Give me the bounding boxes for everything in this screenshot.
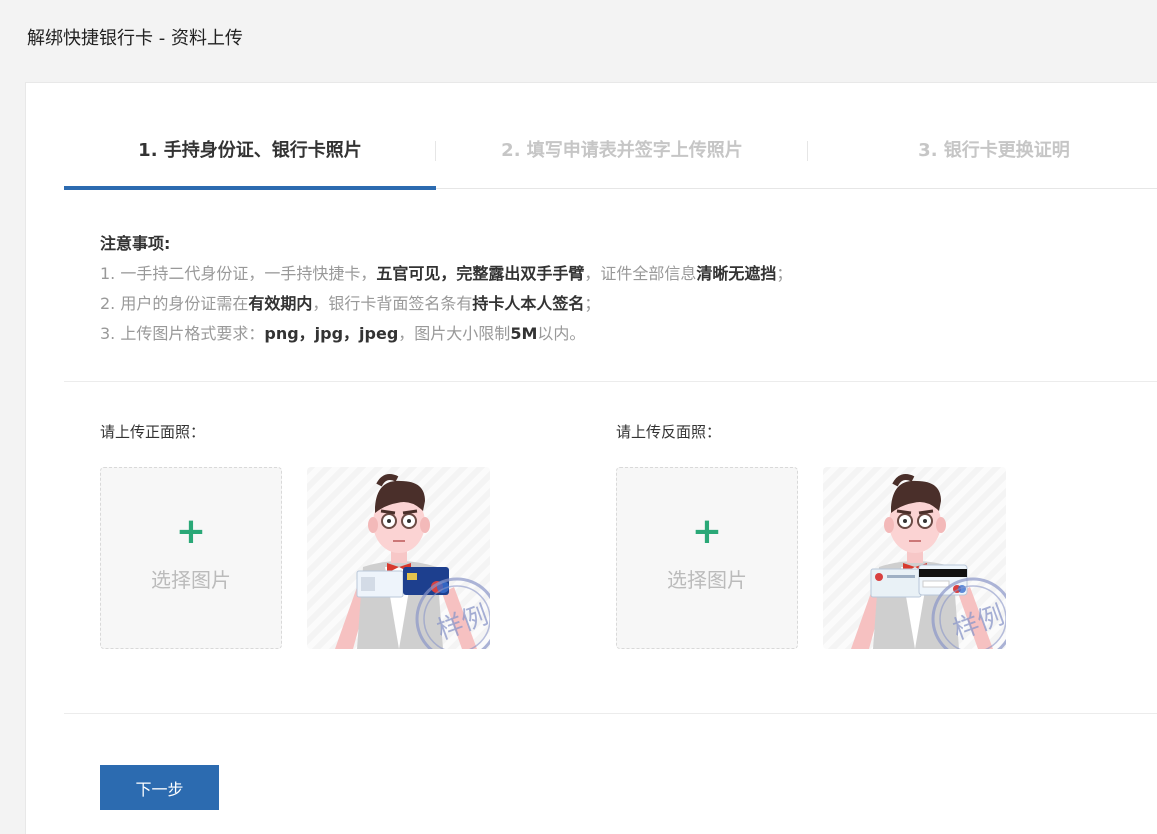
upload-button-text: 选择图片 — [667, 568, 747, 592]
note-text: ，银行卡背面签名条有 — [312, 294, 473, 313]
back-upload-button[interactable]: + 选择图片 — [616, 467, 798, 649]
front-upload-label: 请上传正面照： — [100, 423, 206, 441]
note-line-3: 3. 上传图片格式要求：png，jpg，jpeg，图片大小限制5M以内。 — [100, 319, 792, 349]
note-text: ，图片大小限制 — [398, 324, 511, 343]
note-text: 3. 上传图片格式要求： — [100, 324, 265, 343]
note-text: 1. 一手持二代身份证，一手持快捷卡， — [100, 264, 377, 283]
sample-watermark: 样例 — [433, 600, 490, 646]
back-upload-label: 请上传反面照： — [616, 423, 722, 441]
page-title: 解绑快捷银行卡 - 资料上传 — [27, 28, 243, 49]
step-1-tab[interactable]: 1. 手持身份证、银行卡照片 — [64, 123, 436, 190]
sample-person-front-illustration: 样例 — [335, 474, 490, 649]
sample-person-back-illustration: 样例 — [851, 474, 1006, 649]
front-sample-image: 样例 — [307, 467, 490, 649]
step-tabs: 1. 手持身份证、银行卡照片 2. 填写申请表并签字上传照片 3. 银行卡更换证… — [64, 123, 1157, 190]
plus-icon: + — [175, 511, 207, 552]
sample-watermark: 样例 — [949, 600, 1006, 646]
note-emphasis: 5M — [510, 324, 538, 343]
next-step-button[interactable]: 下一步 — [100, 765, 219, 810]
divider — [64, 713, 1157, 714]
note-emphasis: 有效期内 — [248, 294, 313, 313]
notes-section: 注意事项: 1. 一手持二代身份证，一手持快捷卡，五官可见，完整露出双手手臂，证… — [100, 229, 792, 349]
front-upload-button[interactable]: + 选择图片 — [100, 467, 282, 649]
divider — [64, 381, 1157, 382]
main-card: 1. 手持身份证、银行卡照片 2. 填写申请表并签字上传照片 3. 银行卡更换证… — [25, 82, 1157, 834]
step-2-tab[interactable]: 2. 填写申请表并签字上传照片 — [436, 123, 808, 189]
note-emphasis: 清晰无遮挡 — [696, 264, 777, 283]
note-emphasis: 持卡人本人签名 — [472, 294, 585, 313]
note-text: 以内。 — [537, 324, 586, 343]
back-sample-image: 样例 — [823, 467, 1006, 649]
plus-icon: + — [691, 511, 723, 552]
note-text: ； — [776, 264, 793, 283]
note-emphasis: 五官可见，完整露出双手手臂 — [376, 264, 585, 283]
note-text: ，证件全部信息 — [584, 264, 697, 283]
note-text: 2. 用户的身份证需在 — [100, 294, 249, 313]
notes-title: 注意事项: — [100, 234, 171, 253]
step-3-tab[interactable]: 3. 银行卡更换证明 — [808, 123, 1157, 189]
note-line-2: 2. 用户的身份证需在有效期内，银行卡背面签名条有持卡人本人签名； — [100, 289, 792, 319]
note-line-1: 1. 一手持二代身份证，一手持快捷卡，五官可见，完整露出双手手臂，证件全部信息清… — [100, 259, 792, 289]
upload-button-text: 选择图片 — [151, 568, 231, 592]
note-text: ； — [584, 294, 601, 313]
note-emphasis: png，jpg，jpeg — [264, 324, 399, 343]
